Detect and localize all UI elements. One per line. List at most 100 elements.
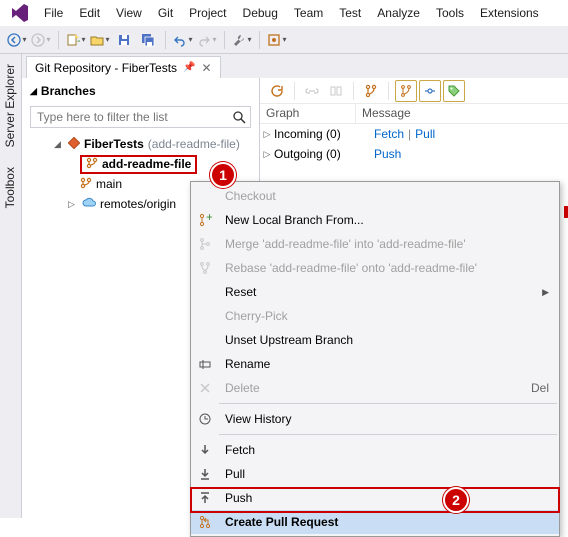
ctx-rename[interactable]: Rename	[191, 352, 559, 376]
menu-tools[interactable]: Tools	[428, 2, 472, 24]
undo-button[interactable]: ▾	[172, 29, 194, 51]
side-tabs: Server Explorer Toolbox	[0, 54, 22, 518]
callout-2: 2	[443, 487, 469, 513]
delete-icon	[193, 381, 217, 395]
side-tab-server-explorer[interactable]: Server Explorer	[0, 54, 20, 157]
branch-graph-button[interactable]	[360, 80, 382, 102]
new-item-button[interactable]: +▾	[65, 29, 87, 51]
close-icon[interactable]: ✕	[202, 61, 212, 75]
expander-icon[interactable]: ▷	[260, 149, 274, 160]
rename-icon	[193, 357, 217, 371]
remotes-label: remotes/origin	[100, 197, 176, 211]
nav-fwd-button[interactable]: ▾	[30, 29, 52, 51]
ctx-checkout: Checkout	[191, 184, 559, 208]
redo-button[interactable]: ▾	[196, 29, 218, 51]
menu-team[interactable]: Team	[286, 2, 331, 24]
menu-test[interactable]: Test	[331, 2, 369, 24]
ctx-merge: Merge 'add-readme-file' into 'add-readme…	[191, 232, 559, 256]
compare-button[interactable]	[325, 80, 347, 102]
branch-context-menu: Checkout +New Local Branch From... Merge…	[190, 181, 560, 537]
filter-branch-button[interactable]	[395, 80, 417, 102]
menu-view[interactable]: View	[108, 2, 150, 24]
ctx-push[interactable]: Push	[191, 486, 559, 510]
incoming-label: Incoming (0)	[274, 127, 374, 141]
link-button[interactable]	[301, 80, 323, 102]
menu-edit[interactable]: Edit	[71, 2, 108, 24]
merge-icon	[193, 237, 217, 251]
refresh-button[interactable]	[266, 80, 288, 102]
filter-tag-button[interactable]	[443, 80, 465, 102]
expander-icon[interactable]: ▷	[68, 199, 78, 210]
open-button[interactable]: ▾	[89, 29, 111, 51]
menu-analyze[interactable]: Analyze	[369, 2, 428, 24]
submenu-arrow-icon: ▶	[542, 287, 549, 298]
svg-text:+: +	[206, 213, 212, 224]
ctx-new-branch[interactable]: +New Local Branch From...	[191, 208, 559, 232]
ctx-fetch[interactable]: Fetch	[191, 438, 559, 462]
repo-diamond-icon	[68, 137, 80, 152]
menu-git[interactable]: Git	[150, 2, 181, 24]
history-headers: Graph Message	[260, 104, 568, 124]
delete-shortcut: Del	[531, 381, 549, 395]
fetch-icon	[193, 443, 217, 457]
menu-debug[interactable]: Debug	[235, 2, 286, 24]
repo-node[interactable]: ◢ FiberTests (add-readme-file)	[26, 134, 255, 154]
incoming-row[interactable]: ▷ Incoming (0) Fetch|Pull	[260, 124, 568, 144]
menu-file[interactable]: File	[36, 2, 71, 24]
menu-project[interactable]: Project	[181, 2, 234, 24]
outgoing-label: Outgoing (0)	[274, 147, 374, 161]
menubar: File Edit View Git Project Debug Team Te…	[0, 0, 568, 26]
save-button[interactable]	[113, 29, 135, 51]
expander-icon[interactable]: ◢	[54, 139, 64, 150]
ctx-rebase: Rebase 'add-readme-file' onto 'add-readm…	[191, 256, 559, 280]
side-tab-toolbox[interactable]: Toolbox	[0, 157, 20, 218]
nav-back-button[interactable]: ▾	[6, 29, 28, 51]
svg-text:+: +	[77, 34, 80, 47]
push-link[interactable]: Push	[374, 147, 401, 161]
git-changes-button[interactable]: ▾	[266, 29, 288, 51]
history-icon	[193, 412, 217, 426]
pull-icon	[193, 467, 217, 481]
save-all-button[interactable]	[137, 29, 159, 51]
branches-header[interactable]: ◢ Branches	[22, 78, 259, 104]
cropped-red-edge	[564, 206, 568, 218]
menu-extensions[interactable]: Extensions	[472, 2, 547, 24]
expander-icon[interactable]: ▷	[260, 129, 274, 140]
menu-separator	[219, 403, 557, 404]
filter-row	[30, 106, 251, 128]
col-graph[interactable]: Graph	[260, 104, 356, 123]
filter-commit-button[interactable]	[419, 80, 441, 102]
push-icon	[193, 491, 217, 505]
menu-separator	[219, 434, 557, 435]
pull-request-icon	[193, 515, 217, 529]
col-message[interactable]: Message	[356, 104, 417, 123]
ctx-reset[interactable]: Reset▶	[191, 280, 559, 304]
collapse-icon: ◢	[30, 86, 37, 97]
search-icon[interactable]	[228, 110, 250, 124]
ctx-create-pull-request[interactable]: Create Pull Request	[191, 510, 559, 534]
ctx-delete: DeleteDel	[191, 376, 559, 400]
pull-link[interactable]: Pull	[415, 127, 435, 141]
ctx-pull[interactable]: Pull	[191, 462, 559, 486]
fetch-link[interactable]: Fetch	[374, 127, 404, 141]
branch-label: main	[96, 177, 122, 191]
history-toolbar	[260, 78, 568, 104]
vs-logo	[10, 3, 30, 23]
doc-tab-git-repo[interactable]: Git Repository - FiberTests 📌 ✕	[26, 56, 221, 78]
branch-label: add-readme-file	[102, 157, 191, 171]
filter-input[interactable]	[31, 107, 228, 127]
toolbar: ▾ ▾ +▾ ▾ ▾ ▾ ▾ ▾	[0, 26, 568, 54]
tab-strip: Git Repository - FiberTests 📌 ✕	[22, 54, 568, 78]
wrench-button[interactable]: ▾	[231, 29, 253, 51]
new-branch-icon: +	[193, 213, 217, 227]
doc-tab-title: Git Repository - FiberTests	[35, 61, 177, 75]
cloud-icon	[82, 197, 96, 212]
pin-icon[interactable]: 📌	[183, 62, 195, 73]
branches-label: Branches	[41, 84, 96, 98]
ctx-unset-upstream[interactable]: Unset Upstream Branch	[191, 328, 559, 352]
ctx-view-history[interactable]: View History	[191, 407, 559, 431]
outgoing-row[interactable]: ▷ Outgoing (0) Push	[260, 144, 568, 164]
branch-icon	[80, 177, 92, 192]
rebase-icon	[193, 261, 217, 275]
repo-current-branch: (add-readme-file)	[148, 137, 240, 151]
